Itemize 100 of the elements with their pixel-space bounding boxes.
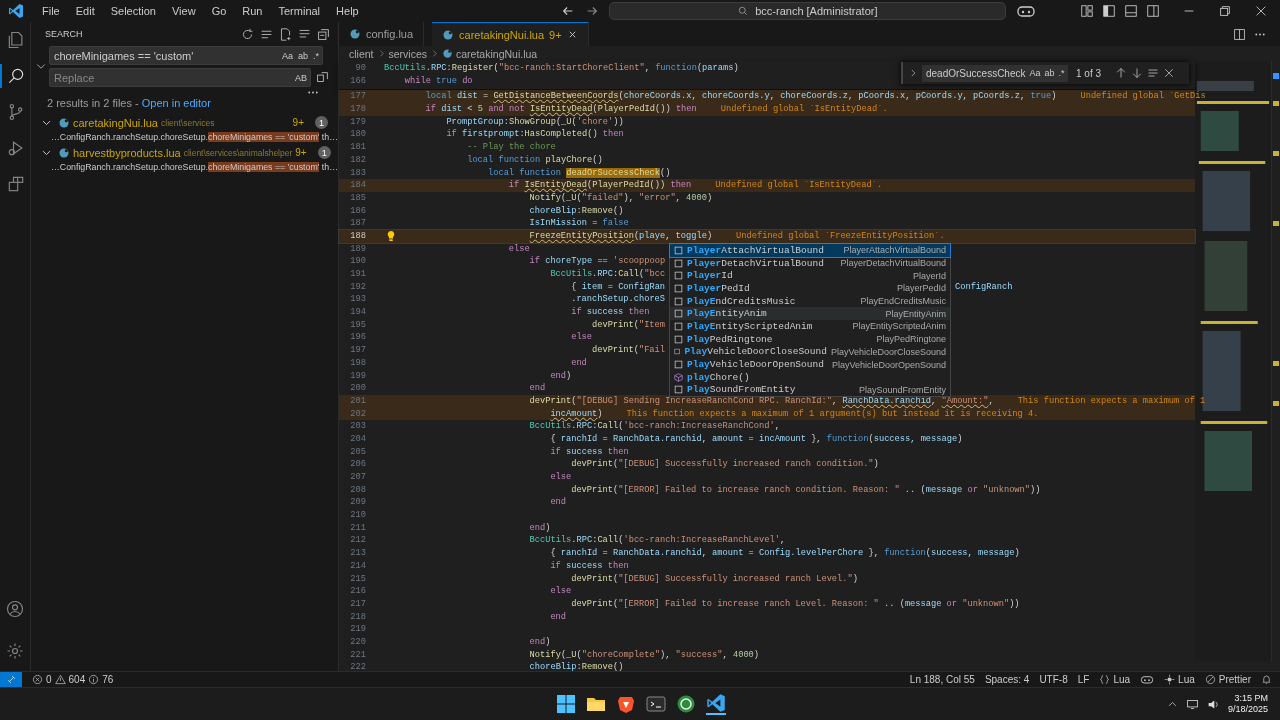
suggestion-row[interactable]: PlayVehicleDoorOpenSound PlayVehicleDoorOpenSound xyxy=(670,358,950,371)
menu-item[interactable]: View xyxy=(163,5,204,17)
suggestion-label[interactable]: PlayEndCreditsMusic xyxy=(687,295,796,307)
menu-item[interactable]: File xyxy=(34,5,68,17)
find-option[interactable]: ab xyxy=(1044,68,1055,78)
suggestion-label[interactable]: PlayerAttachVirtualBound xyxy=(687,244,824,256)
windows-start-icon[interactable] xyxy=(556,694,576,714)
breadcrumb[interactable]: caretakingNui.lua xyxy=(456,47,538,60)
replace-all-icon[interactable] xyxy=(316,71,329,84)
refresh-icon[interactable] xyxy=(241,27,254,41)
suggestion-label[interactable]: PlayerPedId xyxy=(687,282,750,294)
close-icon[interactable] xyxy=(1254,4,1268,18)
suggestion-row[interactable]: PlayEntityAnim PlayEntityAnim xyxy=(670,307,950,321)
suggestion-row[interactable]: PlaySoundFromEntity PlaySoundFromEntity xyxy=(670,383,950,397)
file-name[interactable]: harvestbyproducts.lua xyxy=(73,146,181,159)
clock-date[interactable]: 9/18/2025 xyxy=(1227,704,1268,715)
more-icon[interactable] xyxy=(307,90,319,95)
preserve-case-option[interactable]: AB xyxy=(295,72,307,83)
info-count[interactable]: 76 xyxy=(102,674,114,685)
back-arrow-icon[interactable] xyxy=(560,4,575,18)
copilot-icon[interactable] xyxy=(1015,4,1036,18)
line-ending-status[interactable]: LF xyxy=(1077,674,1090,685)
suggestion-row[interactable]: PlayEntityScriptedAnim PlayEntityScriptedAnim xyxy=(670,320,950,333)
secondary-sidebar-icon[interactable] xyxy=(1146,4,1160,18)
new-search-editor-icon[interactable] xyxy=(279,27,292,41)
suggestion-row[interactable]: PlayEndCreditsMusic PlayEndCreditsMusic xyxy=(670,294,950,308)
suggestion-row[interactable]: PlayerAttachVirtualBound PlayerAttachVirtualBound xyxy=(670,244,950,257)
error-count[interactable]: 0 xyxy=(46,674,52,685)
menu-item[interactable]: Selection xyxy=(102,5,164,17)
warning-icon[interactable] xyxy=(54,674,66,685)
suggestion-label[interactable]: PlayVehicleDoorOpenSound xyxy=(687,359,824,371)
chevron-right-icon[interactable] xyxy=(908,68,918,78)
breadcrumb[interactable]: services xyxy=(388,47,428,60)
suggestion-row[interactable]: PlayerPedId PlayerPedId xyxy=(670,282,950,295)
menu-item[interactable]: Help xyxy=(328,5,367,17)
encoding-status[interactable]: UTF-8 xyxy=(1039,674,1068,685)
suggestion-label[interactable]: playChore() xyxy=(687,371,750,383)
clock-time[interactable]: 3:15 PM xyxy=(1234,693,1268,704)
indentation-status[interactable]: Spaces: 4 xyxy=(984,674,1030,685)
find-in-selection-icon[interactable] xyxy=(1147,67,1160,79)
suggestion-label[interactable]: PlayerDetachVirtualBound xyxy=(687,257,824,269)
network-icon[interactable] xyxy=(1185,697,1199,711)
app-icon[interactable] xyxy=(676,694,696,714)
open-in-editor-link[interactable]: Open in editor xyxy=(141,97,211,109)
account-icon[interactable] xyxy=(5,599,25,619)
cursor-position[interactable]: Ln 188, Col 55 xyxy=(909,674,975,685)
editor-tab[interactable]: caretakingNui.lua xyxy=(459,28,545,41)
file-name[interactable]: caretakingNui.lua xyxy=(73,116,158,129)
terminal-icon[interactable] xyxy=(646,694,666,714)
error-icon[interactable] xyxy=(32,674,43,685)
search-field[interactable]: choreMinigames == 'custom' Aa ab .* xyxy=(49,46,323,65)
lion-shield-icon[interactable] xyxy=(616,694,636,714)
menu-item[interactable]: Edit xyxy=(67,5,103,17)
bell-icon[interactable] xyxy=(1261,674,1272,685)
split-editor-icon[interactable] xyxy=(1233,27,1246,41)
prettier-status[interactable]: Prettier xyxy=(1218,674,1251,685)
suggestion-row[interactable]: PlayVehicleDoorCloseSound PlayVehicleDoorCloseSound xyxy=(670,345,950,359)
collapse-all-icon[interactable] xyxy=(317,27,330,41)
menu-item[interactable]: Go xyxy=(203,5,235,17)
view-as-tree-icon[interactable] xyxy=(298,27,311,41)
menu-item[interactable]: Run xyxy=(234,5,271,17)
search-option[interactable]: Aa xyxy=(281,50,293,61)
settings-icon[interactable] xyxy=(5,641,25,661)
panel-toggle-icon[interactable] xyxy=(1124,4,1138,18)
suggestion-row[interactable]: playChore() xyxy=(670,370,950,384)
suggestion-label[interactable]: PlayerId xyxy=(687,270,733,282)
menu-item[interactable]: Terminal xyxy=(270,5,329,17)
sun-icon[interactable] xyxy=(1164,674,1176,685)
find-field[interactable]: deadOrSuccessCheck Aa ab .* xyxy=(922,64,1068,82)
search-match[interactable]: …ConfigRanch.ranchSetup.choreSetup.choreMinigames == 'custom' th… xyxy=(51,130,338,145)
restore-icon[interactable] xyxy=(1218,4,1232,18)
find-option[interactable]: Aa xyxy=(1029,68,1041,78)
customize-layout-icon[interactable] xyxy=(1080,4,1094,18)
vscode-icon[interactable] xyxy=(706,693,726,715)
replace-field[interactable]: Replace AB xyxy=(49,68,311,87)
arrow-up-icon[interactable] xyxy=(1115,67,1128,79)
suggestion-row[interactable]: PlayerId PlayerId xyxy=(670,269,950,283)
language-mode[interactable]: Lua xyxy=(1113,674,1131,685)
info-icon[interactable] xyxy=(88,674,100,685)
braces-icon[interactable] xyxy=(1099,674,1111,685)
suggestion-row[interactable]: PlayerDetachVirtualBound PlayerDetachVirtualBound xyxy=(670,256,950,270)
breadcrumb[interactable]: client xyxy=(349,47,374,60)
search-option[interactable]: .* xyxy=(313,50,319,61)
close-icon[interactable] xyxy=(1163,67,1176,79)
search-match[interactable]: …ConfigRanch.ranchSetup.choreSetup.choreMinigames == 'custom' th… xyxy=(51,160,338,175)
more-icon[interactable] xyxy=(1254,31,1266,37)
editor-tab[interactable]: config.lua xyxy=(366,28,414,40)
suggestion-label[interactable]: PlayPedRingtone xyxy=(687,333,773,345)
lightbulb-icon[interactable] xyxy=(386,230,396,243)
no-entry-icon[interactable] xyxy=(1204,674,1216,685)
lua-status[interactable]: Lua xyxy=(1178,674,1195,685)
warning-count[interactable]: 604 xyxy=(68,674,86,685)
suggestion-label[interactable]: PlayVehicleDoorCloseSound xyxy=(684,346,827,358)
suggestion-label[interactable]: PlayEntityAnim xyxy=(687,308,767,320)
suggestion-label[interactable]: PlayEntityScriptedAnim xyxy=(687,320,813,332)
find-option[interactable]: .* xyxy=(1058,68,1065,78)
search-option[interactable]: ab xyxy=(297,50,308,61)
suggestion-row[interactable]: PlayPedRingtone PlayPedRingtone xyxy=(670,332,950,346)
sidebar-toggle-icon[interactable] xyxy=(1102,4,1116,18)
arrow-down-icon[interactable] xyxy=(1131,67,1144,79)
